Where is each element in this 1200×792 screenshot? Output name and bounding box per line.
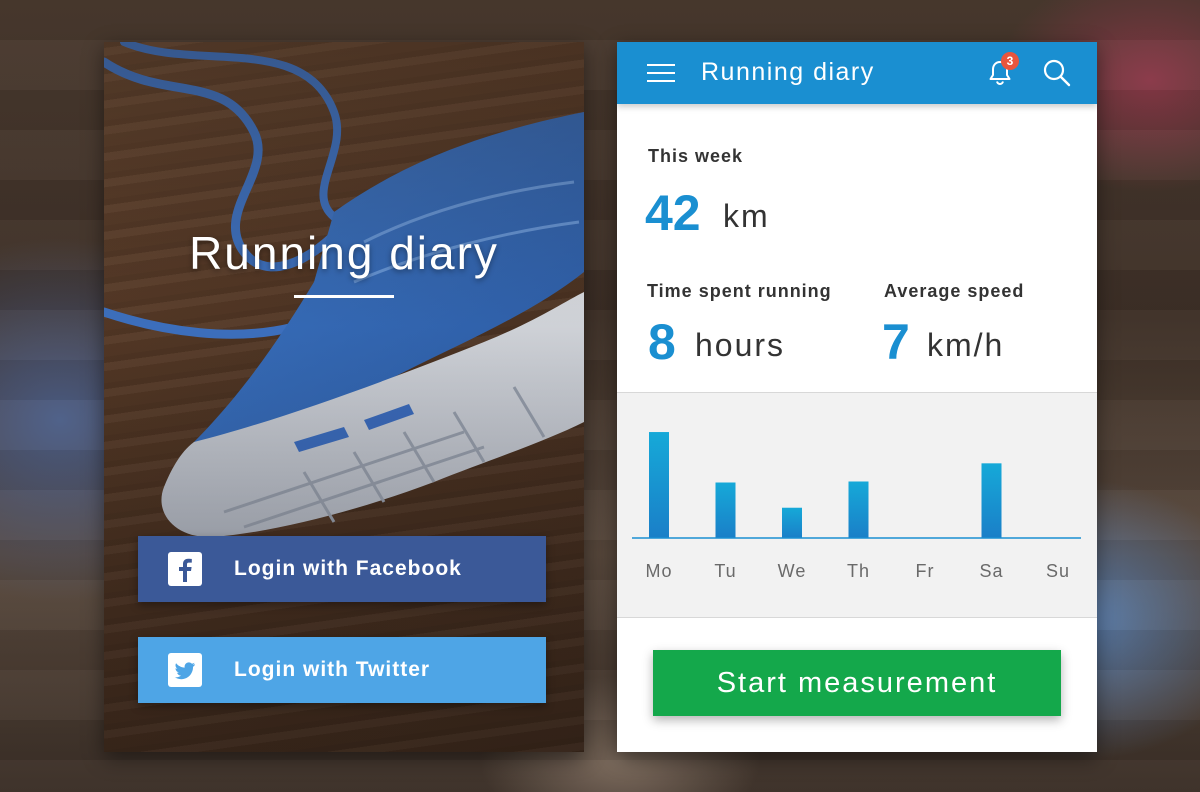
- search-icon[interactable]: [1041, 57, 1073, 89]
- hamburger-menu-icon[interactable]: [647, 64, 675, 84]
- tick-label-fr: Fr: [916, 561, 935, 581]
- time-spent-unit: hours: [695, 327, 786, 363]
- twitter-icon: [168, 653, 202, 687]
- app-bar: Running diary 3: [617, 42, 1097, 104]
- tick-label-su: Su: [1046, 561, 1070, 581]
- tick-label-sa: Sa: [979, 561, 1003, 581]
- time-spent-label: Time spent running: [647, 281, 832, 301]
- average-speed-value: 7: [882, 314, 910, 370]
- facebook-icon: [168, 552, 202, 586]
- tick-label-mo: Mo: [645, 561, 672, 581]
- login-facebook-button[interactable]: Login with Facebook: [138, 536, 546, 602]
- facebook-button-label: Login with Facebook: [234, 557, 462, 580]
- app-bar-title: Running diary: [701, 58, 875, 86]
- bar-we: [782, 507, 802, 538]
- this-week-value: 42: [645, 185, 701, 241]
- average-speed-unit: km/h: [927, 327, 1005, 363]
- chart-svg: Mo Tu We Th Fr Sa Su: [632, 432, 1081, 581]
- weekly-bar-chart: Mo Tu We Th Fr Sa Su: [617, 392, 1097, 618]
- tick-label-tu: Tu: [714, 561, 736, 581]
- login-screen: Running diary Login with Facebook Login …: [104, 42, 584, 752]
- this-week-label: This week: [648, 146, 744, 166]
- this-week-unit: km: [723, 198, 770, 234]
- start-measurement-button[interactable]: Start measurement: [653, 650, 1061, 716]
- tick-label-th: Th: [847, 561, 870, 581]
- time-spent-value: 8: [648, 314, 676, 370]
- notification-badge: 3: [1001, 52, 1019, 70]
- login-title: Running diary: [189, 227, 499, 279]
- bar-sa: [981, 463, 1002, 538]
- dashboard-screen: Running diary 3 This week 42 km Time spe…: [617, 42, 1097, 752]
- tick-label-we: We: [778, 561, 807, 581]
- bar-mo: [649, 432, 669, 538]
- average-speed-label: Average speed: [884, 281, 1025, 301]
- bar-tu: [715, 482, 736, 538]
- login-twitter-button[interactable]: Login with Twitter: [138, 637, 546, 703]
- bar-th: [848, 481, 869, 538]
- twitter-button-label: Login with Twitter: [234, 658, 431, 681]
- title-underline: [294, 295, 394, 298]
